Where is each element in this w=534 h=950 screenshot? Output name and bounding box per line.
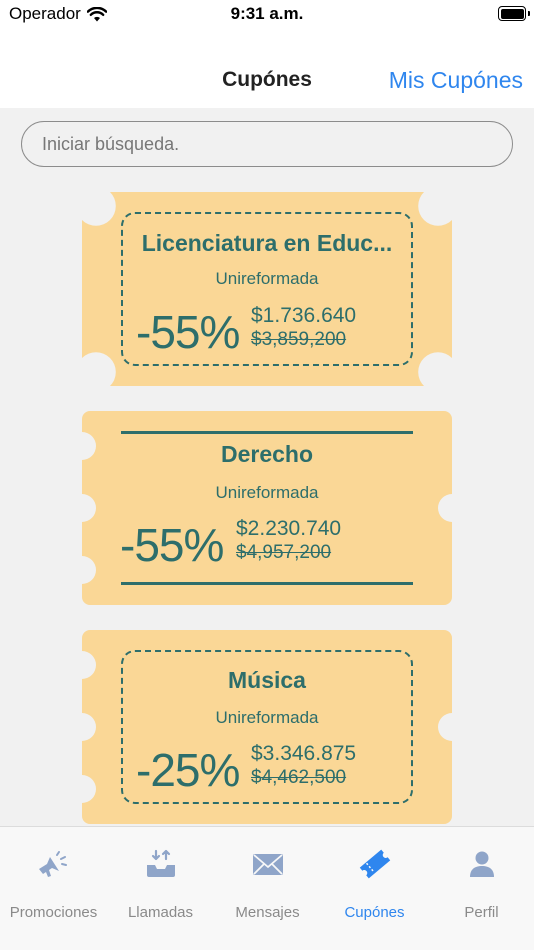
navigation-bar: Cupónes Mis Cupónes [0,30,534,108]
inbox-download-icon [146,849,175,877]
user-icon [469,851,494,877]
coupon-card[interactable]: Música Unireformada -25% $3.346.875 $4,4… [82,630,452,824]
coupon-title: Música [228,667,306,693]
search-bar[interactable] [21,121,513,167]
coupon-bottom-divider [121,582,413,585]
coupon-list[interactable]: Licenciatura en Educ... Unireformada -55… [0,108,534,826]
search-input[interactable] [42,133,482,155]
clock: 9:31 a.m. [230,4,304,23]
coupon-card[interactable]: Derecho Unireformada -55% $2.230.740 $4,… [82,411,452,605]
tab-label: Promociones [9,904,98,921]
tab-perfil[interactable]: Perfil [428,827,534,937]
status-bar: Operador 9:31 a.m. [0,0,534,30]
coupon-title: Licenciatura en Educ... [141,230,393,256]
tab-bar: Promociones Llamadas Mensajes Cupónes Pe… [0,826,534,950]
tab-llamadas[interactable]: Llamadas [107,827,214,937]
coupon-title: Derecho [220,441,314,467]
my-coupons-button[interactable]: Mis Cupónes [389,67,523,94]
coupon-provider: Unireformada [215,708,319,727]
envelope-icon [252,854,283,875]
coupon-top-divider [121,431,413,434]
tab-label: Mensajes [235,904,300,921]
coupon-provider: Unireformada [215,269,319,288]
coupon-price: $1.736.640 [251,304,357,327]
ticket-icon [359,849,390,879]
tab-label: Cupónes [344,904,405,921]
coupon-provider: Unireformada [215,483,319,502]
coupon-discount: -55% [136,306,240,358]
coupon-old-price: $4,957,200 [236,542,332,563]
coupon-old-price: $3,859,200 [251,329,347,350]
tab-label: Llamadas [127,904,194,921]
coupon-discount: -25% [136,744,240,796]
app-screen: Operador 9:31 a.m. Cupónes Mis Cupónes L… [0,0,534,950]
battery-icon [498,6,530,21]
tab-cupones[interactable]: Cupónes [321,827,428,937]
megaphone-icon [38,851,67,877]
tab-mensajes[interactable]: Mensajes [214,827,321,937]
coupon-card[interactable]: Licenciatura en Educ... Unireformada -55… [82,192,452,386]
tab-label: Perfil [464,904,499,921]
tab-promociones[interactable]: Promociones [0,827,107,937]
coupon-old-price: $4,462,500 [251,767,347,788]
coupon-price: $3.346.875 [251,742,357,765]
coupon-discount: -55% [120,519,224,571]
coupon-price: $2.230.740 [236,517,342,540]
